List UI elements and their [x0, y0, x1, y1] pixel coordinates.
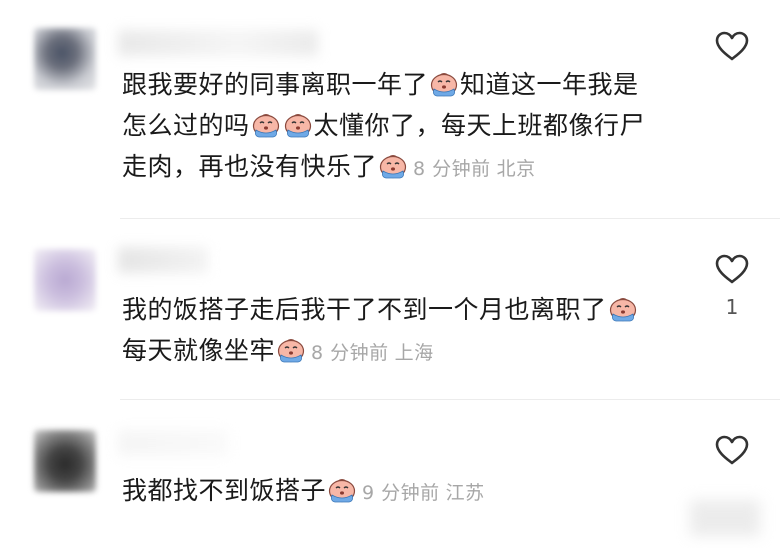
username-blurred[interactable]: [118, 247, 208, 273]
like-count: 1: [725, 295, 739, 319]
timestamp: 8 分钟前: [311, 342, 389, 364]
comment-line: 我都找不到饭搭子: [122, 476, 327, 505]
comment-text: 我的饭搭子走后我干了不到一个月也离职了 每天就像坐牢 8 分钟前 上海: [122, 289, 682, 374]
heart-outline-icon[interactable]: [714, 434, 750, 466]
crying-emoji-icon: [429, 71, 459, 97]
comment-item: 我的饭搭子走后我干了不到一个月也离职了 每天就像坐牢 8 分钟前 上海 1: [0, 219, 780, 399]
avatar[interactable]: [34, 28, 96, 90]
comment-item: 跟我要好的同事离职一年了 知道这一年我是 怎么过的吗 太懂你了，每天上班都像行尸 走…: [0, 0, 780, 218]
comment-meta: 8 分钟前 上海: [311, 342, 440, 364]
crying-emoji-icon: [276, 337, 306, 363]
comment-line: 太懂你了，每天上班都像行尸: [313, 111, 646, 140]
comment-text: 跟我要好的同事离职一年了 知道这一年我是 怎么过的吗 太懂你了，每天上班都像行尸 走…: [122, 64, 682, 190]
crying-emoji-icon: [378, 153, 408, 179]
watermark-blurred: [690, 500, 760, 536]
location: 北京: [496, 158, 536, 180]
comment-line: 怎么过的吗: [122, 111, 250, 140]
comment-line: 跟我要好的同事离职一年了: [122, 70, 429, 99]
comment-line: 每天就像坐牢: [122, 336, 276, 365]
username-blurred[interactable]: [118, 30, 318, 56]
location: 江苏: [445, 482, 485, 504]
heart-outline-icon[interactable]: [714, 30, 750, 62]
crying-emoji-icon: [327, 477, 357, 503]
crying-emoji-icon: [608, 296, 638, 322]
timestamp: 8 分钟前: [413, 158, 491, 180]
comment-meta: 8 分钟前 北京: [413, 158, 542, 180]
comment-text: 我都找不到饭搭子 9 分钟前 江苏: [122, 470, 682, 514]
timestamp: 9 分钟前: [362, 482, 440, 504]
comment-line: 走肉，再也没有快乐了: [122, 152, 378, 181]
comment-list: 跟我要好的同事离职一年了 知道这一年我是 怎么过的吗 太懂你了，每天上班都像行尸 走…: [0, 0, 780, 548]
comment-item: 我都找不到饭搭子 9 分钟前 江苏: [0, 400, 780, 548]
avatar[interactable]: [34, 249, 96, 311]
comment-line: 我的饭搭子走后我干了不到一个月也离职了: [122, 295, 607, 324]
crying-emoji-icon: [251, 112, 281, 138]
crying-emoji-icon: [283, 112, 313, 138]
username-blurred[interactable]: [118, 430, 228, 456]
avatar[interactable]: [34, 430, 96, 492]
comment-meta: 9 分钟前 江苏: [362, 482, 491, 504]
comment-line: 知道这一年我是: [460, 70, 639, 99]
heart-outline-icon[interactable]: [714, 253, 750, 285]
location: 上海: [394, 342, 434, 364]
